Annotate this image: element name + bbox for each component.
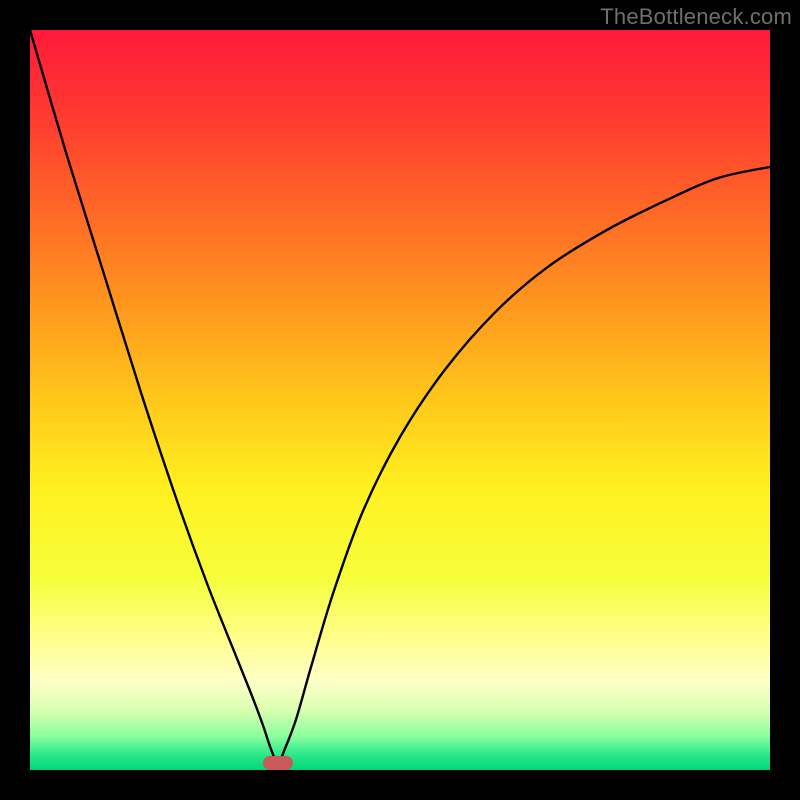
watermark-text: TheBottleneck.com	[600, 4, 792, 30]
chart-frame: TheBottleneck.com	[0, 0, 800, 800]
plot-area	[30, 30, 770, 770]
bottleneck-minimum-marker	[263, 756, 293, 770]
curve-layer	[30, 30, 770, 770]
bottleneck-curve	[30, 30, 770, 763]
